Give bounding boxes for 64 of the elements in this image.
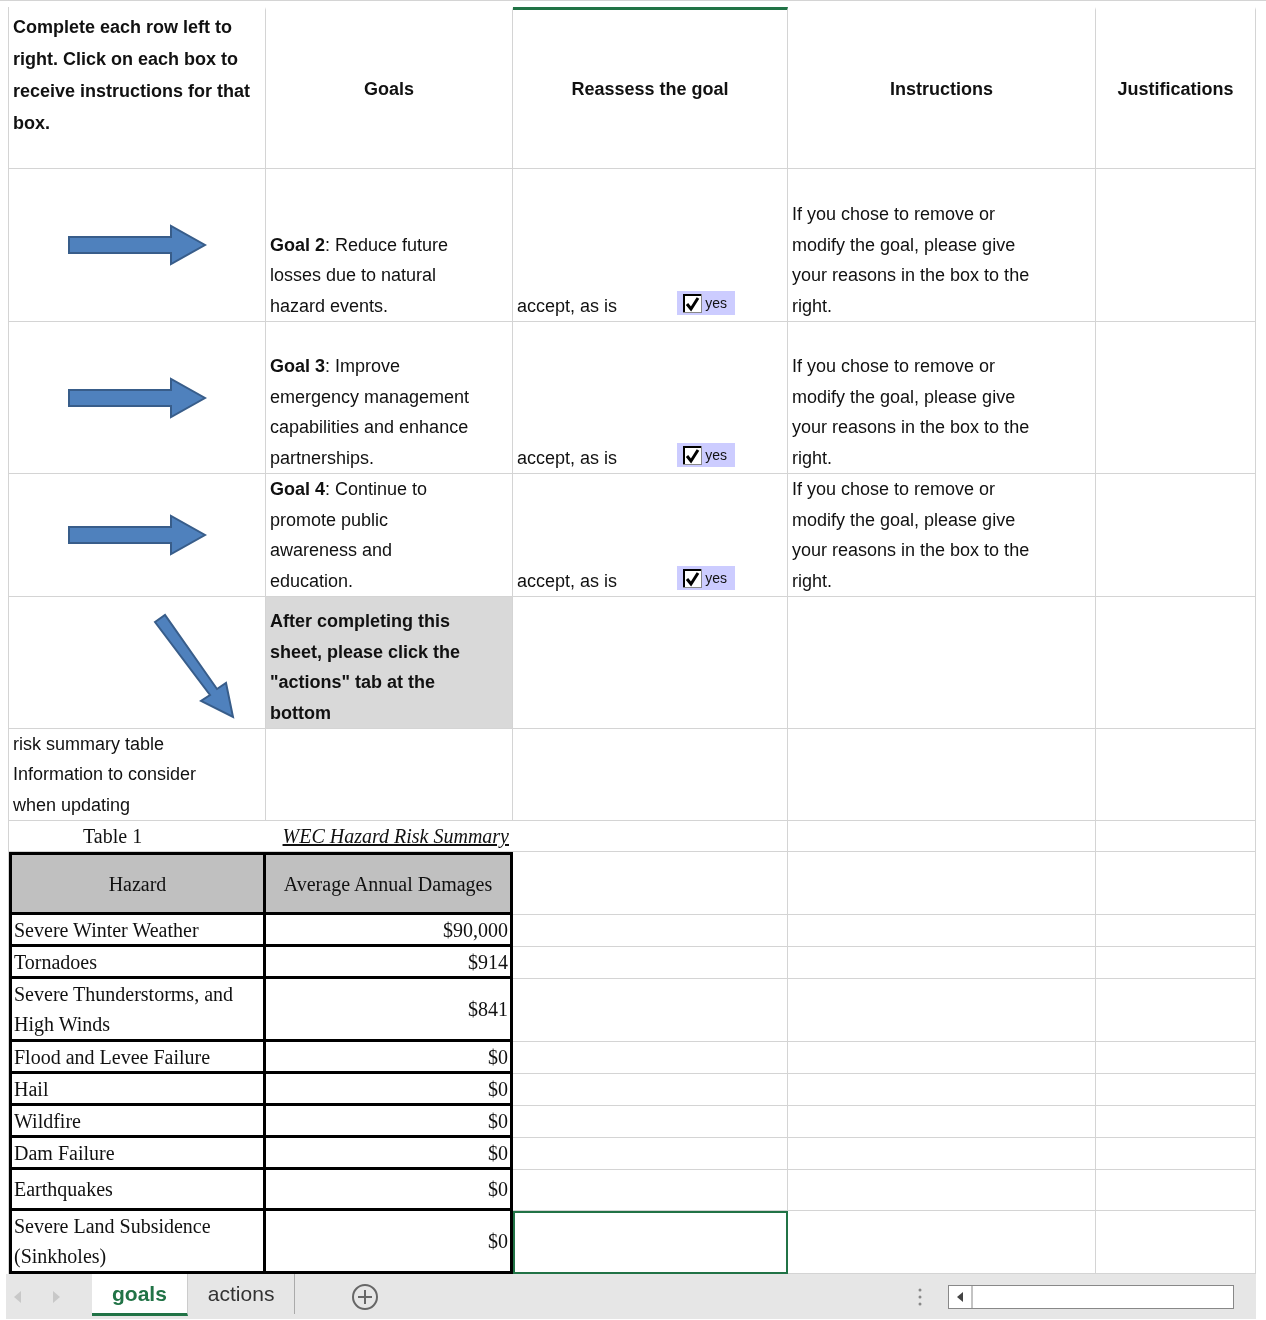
empty-cell[interactable]: After completing this sheet, please click the "actions" tab at the bottom <box>266 597 513 729</box>
table-title: WEC Hazard Risk Summary <box>282 824 509 850</box>
empty-cell[interactable]: If you chose to remove or modify the goal, please give your reasons in the box to the right. <box>788 474 1096 597</box>
risk-hint: Information to consider when updating <box>13 763 198 817</box>
arrow-icon <box>67 224 207 266</box>
risk-label: risk summary table <box>13 732 166 756</box>
table-cell: Tornadoes <box>9 947 266 979</box>
table-cell: $0 <box>266 1042 513 1074</box>
checkbox[interactable]: yes <box>677 443 735 467</box>
table-cell: $914 <box>266 947 513 979</box>
table-cell: $0 <box>266 1138 513 1170</box>
instruction-text: If you chose to remove or modify the goal, please give your reasons in the box to the right. <box>792 355 1031 470</box>
checkbox[interactable]: yes <box>677 566 735 590</box>
choice-text: accept, as is <box>517 294 618 318</box>
note-text: After completing this sheet, please click the "actions" tab at the bottom <box>270 610 462 725</box>
instruction-text: If you chose to remove or modify the goal, please give your reasons in the box to the right. <box>792 203 1031 318</box>
arrow-icon <box>67 514 207 556</box>
instruction-text: If you chose to remove or modify the goal, please give your reasons in the box to the right. <box>792 478 1031 593</box>
empty-cell[interactable]: risk summary table Information to consider when updating <box>9 729 266 821</box>
table-cell: Severe Thunderstorms, and High Winds <box>9 979 266 1042</box>
checkbox[interactable]: yes <box>677 291 735 315</box>
choice-text: accept, as is <box>517 569 618 593</box>
table-cell: Hail <box>9 1074 266 1106</box>
column-header[interactable]: Justifications <box>1096 7 1256 169</box>
column-header[interactable]: Goals <box>266 7 513 169</box>
add-sheet-icon[interactable] <box>351 1282 380 1311</box>
horizontal-scrollbar[interactable] <box>948 1284 1234 1309</box>
empty-cell[interactable]: accept, as is yes <box>513 322 788 474</box>
table-cell: $0 <box>266 1170 513 1211</box>
table-cell: $0 <box>266 1074 513 1106</box>
table-cell: Earthquakes <box>9 1170 266 1211</box>
table-cell: $90,000 <box>266 915 513 947</box>
arrow-icon <box>153 613 237 719</box>
column-header[interactable]: Complete each row left to right. Click on each box to receive instructions for that box. <box>9 7 266 169</box>
empty-cell[interactable]: Goal 3: Improve emergency management capabilities and enhance partnerships. <box>266 322 513 474</box>
checkmark-icon <box>683 568 703 588</box>
scroll-left-icon[interactable] <box>14 1290 22 1303</box>
table-cell: $0 <box>266 1106 513 1138</box>
goal-text: Goal 3: Improve emergency management capabilities and enhance partnerships. <box>270 355 471 470</box>
choice-text: accept, as is <box>517 446 618 470</box>
table-cell: Flood and Levee Failure <box>9 1042 266 1074</box>
empty-cell[interactable]: accept, as is yes <box>513 474 788 597</box>
empty-cell[interactable]: Goal 2: Reduce future losses due to natural hazard events. <box>266 169 513 322</box>
table-cell: Wildfire <box>9 1106 266 1138</box>
table-cell: Severe Winter Weather <box>9 915 266 947</box>
sheet-tab[interactable]: actions <box>187 1274 296 1314</box>
table-number: Table 1 <box>83 824 143 849</box>
arrow-icon <box>67 376 207 419</box>
checkmark-icon <box>683 293 703 313</box>
empty-cell[interactable]: If you chose to remove or modify the goal, please give your reasons in the box to the right. <box>788 169 1096 322</box>
scroll-right-icon[interactable] <box>52 1290 60 1303</box>
empty-cell[interactable]: If you chose to remove or modify the goal, please give your reasons in the box to the right. <box>788 322 1096 474</box>
table-header: Average Annual Damages <box>266 852 513 915</box>
table-cell: $841 <box>266 979 513 1042</box>
empty-cell[interactable]: accept, as is yes <box>513 169 788 322</box>
column-header[interactable]: Instructions <box>788 7 1096 169</box>
goal-text: Goal 2: Reduce future losses due to natural hazard events. <box>270 233 450 318</box>
checkmark-icon <box>683 445 703 465</box>
goal-text: Goal 4: Continue to promote public awareness and education. <box>270 478 429 593</box>
splitter-handle-icon[interactable] <box>918 1287 922 1306</box>
table-cell: Dam Failure <box>9 1138 266 1170</box>
sheet-tab[interactable]: goals <box>92 1274 188 1316</box>
table-header: Hazard <box>9 852 266 915</box>
column-header[interactable]: Reassess the goal <box>513 7 788 169</box>
